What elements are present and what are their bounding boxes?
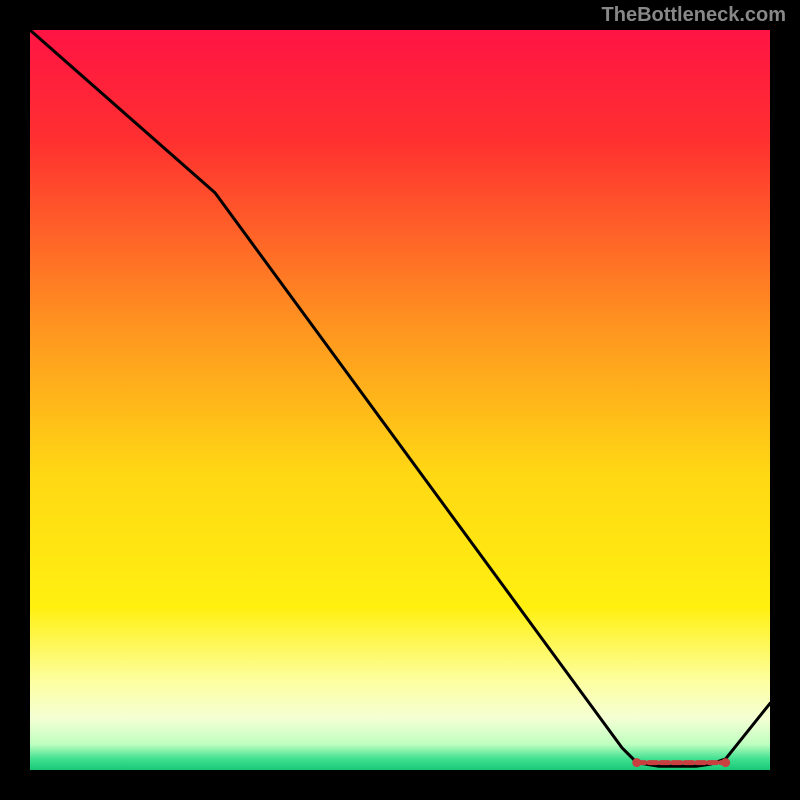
bottleneck-curve bbox=[30, 30, 770, 766]
chart-area bbox=[30, 30, 770, 770]
chart-svg bbox=[30, 30, 770, 770]
watermark-text: TheBottleneck.com bbox=[602, 4, 786, 27]
